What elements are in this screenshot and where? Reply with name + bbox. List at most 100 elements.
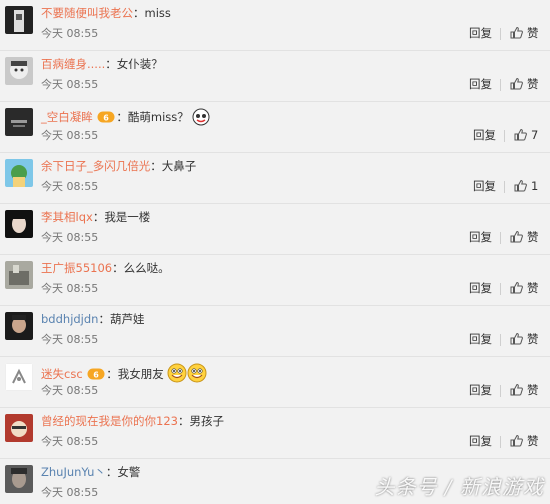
like-button[interactable]: 赞: [510, 77, 539, 92]
face-emoji-icon: [192, 108, 210, 126]
comment-username[interactable]: 李其相lqx: [41, 210, 93, 224]
comment-username[interactable]: 王广振55106: [41, 261, 112, 275]
comment-text: 大鼻子: [161, 159, 197, 173]
like-count: 1: [531, 179, 539, 193]
comment-username[interactable]: bddhjdjdn: [41, 312, 98, 326]
avatar[interactable]: [5, 363, 33, 391]
reply-button[interactable]: 回复: [469, 434, 492, 449]
comment-item: 王广振55106：么么哒。 今天 08:55 回复 赞: [0, 255, 550, 306]
avatar[interactable]: [5, 108, 33, 136]
like-button[interactable]: 赞: [510, 434, 539, 449]
comment-username[interactable]: 曾经的现在我是你的你123: [41, 414, 178, 428]
like-count: 赞: [527, 26, 539, 40]
like-count: 赞: [527, 281, 539, 295]
reply-button[interactable]: 回复: [473, 179, 496, 194]
comment-time: 今天 08:55: [41, 180, 99, 193]
comment-text: miss: [144, 6, 171, 20]
comment-text: 酷萌miss？: [127, 110, 189, 124]
avatar[interactable]: [5, 210, 33, 238]
divider: [500, 436, 501, 448]
comment-item: bddhjdjdn：葫芦娃 今天 08:55 回复 赞: [0, 306, 550, 357]
like-button[interactable]: 1: [514, 179, 538, 194]
avatar[interactable]: [5, 465, 33, 493]
comment-item: 李其相lqx：我是一楼 今天 08:55 回复 赞: [0, 204, 550, 255]
comment-text: 女警: [117, 465, 141, 479]
like-button[interactable]: 赞: [510, 230, 539, 245]
comment-username[interactable]: _空白凝眸: [41, 110, 93, 124]
reply-button[interactable]: 回复: [469, 281, 492, 296]
comment-time: 今天 08:55: [41, 333, 99, 346]
like-count: 赞: [527, 230, 539, 244]
like-count: 赞: [527, 434, 539, 448]
comment-text: 我女朋友: [117, 367, 164, 381]
thumbs-up-icon: [510, 281, 523, 294]
vip-badge-icon: 6: [87, 368, 105, 380]
comment-username[interactable]: 迷失csc: [41, 367, 83, 381]
grinning-emoji-icon: [187, 363, 207, 383]
reply-button[interactable]: 回复: [469, 77, 492, 92]
comment-text: 男孩子: [189, 414, 224, 428]
divider: [504, 130, 505, 142]
reply-button[interactable]: 回复: [469, 332, 492, 347]
thumbs-up-icon: [510, 434, 523, 447]
thumbs-up-icon: [510, 26, 523, 39]
like-count: 赞: [527, 77, 539, 91]
comment-item: 迷失csc 6 ：我女朋友 今天 08:55 回复 赞: [0, 357, 550, 408]
divider: [504, 181, 505, 193]
avatar[interactable]: [5, 159, 33, 187]
comment-list: 不要随便叫我老公：miss 今天 08:55 回复 赞 百病缠身.....：女仆…: [0, 0, 550, 504]
divider: [500, 283, 501, 295]
comment-username[interactable]: ZhuJunYu丶: [41, 465, 106, 479]
thumbs-up-icon: [510, 383, 523, 396]
thumbs-up-icon: [514, 128, 527, 141]
avatar[interactable]: [5, 261, 33, 289]
like-button[interactable]: 赞: [510, 281, 539, 296]
comment-time: 今天 08:55: [41, 231, 99, 244]
divider: [500, 232, 501, 244]
comment-time: 今天 08:55: [41, 384, 99, 397]
avatar[interactable]: [5, 312, 33, 340]
comment-time: 今天 08:55: [41, 78, 99, 91]
thumbs-up-icon: [510, 332, 523, 345]
comment-username[interactable]: 余下日子_多闪几倍光: [41, 159, 150, 173]
comment-username[interactable]: 不要随便叫我老公: [41, 6, 133, 20]
thumbs-up-icon: [514, 179, 527, 192]
divider: [500, 385, 501, 397]
svg-text:6: 6: [104, 114, 110, 123]
vip-badge-icon: 6: [97, 111, 115, 123]
reply-button[interactable]: 回复: [469, 26, 492, 41]
comment-item: _空白凝眸 6 ：酷萌miss？ 今天 08:55 回复 7: [0, 102, 550, 153]
thumbs-up-icon: [510, 230, 523, 243]
comment-text: 女仆装？: [116, 57, 163, 71]
like-count: 赞: [527, 332, 539, 346]
comment-text: 么么哒。: [123, 261, 170, 275]
comment-item: 余下日子_多闪几倍光：大鼻子 今天 08:55 回复 1: [0, 153, 550, 204]
comment-username[interactable]: 百病缠身.....: [41, 57, 105, 71]
avatar[interactable]: [5, 6, 33, 34]
like-button[interactable]: 赞: [510, 332, 539, 347]
like-button[interactable]: 赞: [510, 383, 539, 398]
like-button[interactable]: 7: [514, 128, 538, 143]
watermark: 头条号 / 新浪游戏: [374, 475, 544, 499]
comment-item: 不要随便叫我老公：miss 今天 08:55 回复 赞: [0, 0, 550, 51]
comment-text: 我是一楼: [104, 210, 151, 224]
like-count: 赞: [527, 383, 539, 397]
divider: [500, 334, 501, 346]
like-button[interactable]: 赞: [510, 26, 539, 41]
comment-time: 今天 08:55: [41, 129, 99, 142]
comment-time: 今天 08:55: [41, 435, 99, 448]
reply-button[interactable]: 回复: [473, 128, 496, 143]
comment-item: 曾经的现在我是你的你123：男孩子 今天 08:55 回复 赞: [0, 408, 550, 459]
svg-text:6: 6: [94, 371, 100, 380]
avatar[interactable]: [5, 57, 33, 85]
reply-button[interactable]: 回复: [469, 230, 492, 245]
comment-text: 葫芦娃: [109, 312, 145, 326]
comment-item: 百病缠身.....：女仆装？ 今天 08:55 回复 赞: [0, 51, 550, 102]
comment-time: 今天 08:55: [41, 27, 99, 40]
avatar[interactable]: [5, 414, 33, 442]
grinning-emoji-icon: [167, 363, 187, 383]
thumbs-up-icon: [510, 77, 523, 90]
comment-time: 今天 08:55: [41, 486, 99, 499]
reply-button[interactable]: 回复: [469, 383, 492, 398]
divider: [500, 79, 501, 91]
